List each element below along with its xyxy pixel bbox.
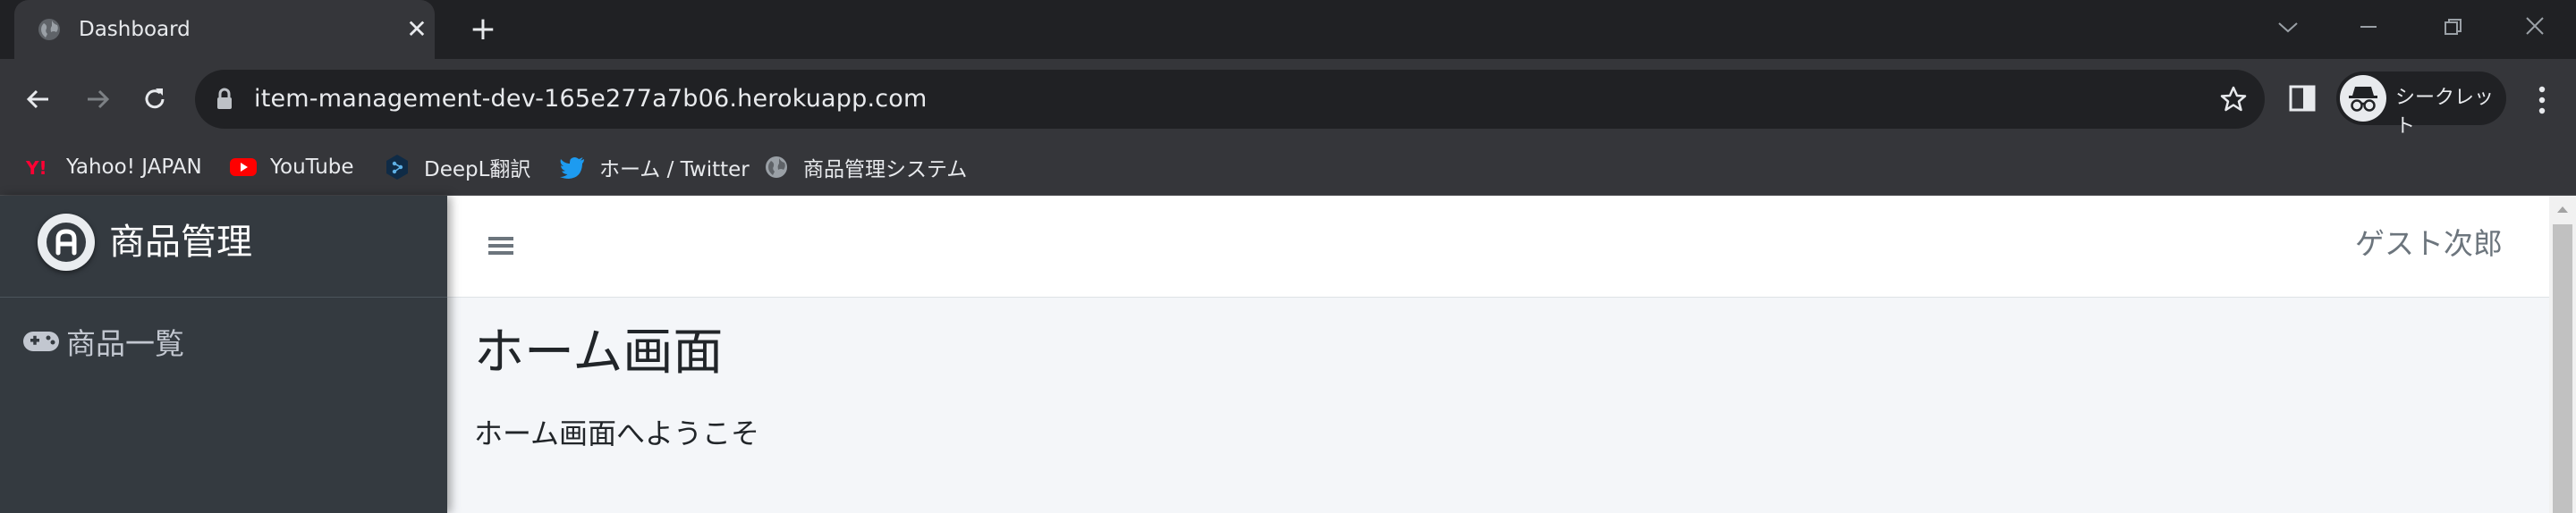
side-panel-icon[interactable] <box>2283 79 2322 118</box>
page-title: ホーム画面 <box>474 324 724 382</box>
incognito-label: シークレット <box>2395 87 2495 138</box>
yahoo-icon: Y! <box>25 153 54 181</box>
incognito-icon <box>2340 75 2386 122</box>
web-page: 商品管理 商品一覧 ゲスト次郎 ホーム画面 ホーム画面へようこそ <box>0 196 2576 513</box>
user-name-link[interactable]: ゲスト次郎 <box>2355 223 2503 265</box>
url-text: item-management-dev-165e277a7b06.herokua… <box>254 85 928 113</box>
welcome-message: ホーム画面へようこそ <box>474 416 760 450</box>
minimize-icon[interactable] <box>2342 7 2395 46</box>
globe-icon <box>762 153 791 181</box>
back-button[interactable] <box>14 75 63 123</box>
tab-search-chevron-icon[interactable] <box>2261 7 2315 46</box>
tab-close-icon[interactable]: ✕ <box>401 13 433 46</box>
restore-icon[interactable] <box>2426 7 2479 46</box>
youtube-icon <box>229 153 258 181</box>
sidebar: 商品管理 商品一覧 <box>0 196 447 513</box>
arrow-right-icon <box>88 89 110 109</box>
tab-dashboard[interactable]: Dashboard ✕ <box>14 0 435 59</box>
page-scrollbar[interactable] <box>2549 196 2576 513</box>
bookmark-twitter[interactable]: ホーム / Twitter <box>558 150 750 184</box>
brand-logo <box>38 214 95 271</box>
svg-text:Y!: Y! <box>26 157 47 178</box>
gamepad-icon <box>21 328 61 355</box>
bookmark-item-system[interactable]: 商品管理システム <box>762 150 967 184</box>
bookmark-label: DeepL翻訳 <box>424 158 531 181</box>
reload-button[interactable] <box>131 75 179 123</box>
reload-icon <box>145 88 165 109</box>
tab-title: Dashboard <box>79 18 191 41</box>
browser-titlebar: Dashboard ✕ + <box>0 0 2576 59</box>
bookmark-yahoo[interactable]: Y! Yahoo! JAPAN <box>25 150 202 184</box>
hamburger-menu-icon[interactable] <box>483 230 519 262</box>
bookmark-youtube[interactable]: YouTube <box>229 150 354 184</box>
bookmark-label: 商品管理システム <box>803 158 968 181</box>
globe-icon <box>38 19 60 40</box>
arrow-left-icon <box>26 89 48 109</box>
bookmark-label: YouTube <box>270 156 354 179</box>
scroll-up-icon[interactable] <box>2549 196 2576 223</box>
deepl-icon <box>383 153 411 181</box>
content-area: ホーム画面 ホーム画面へようこそ <box>447 298 2549 513</box>
kebab-menu-icon[interactable] <box>2524 80 2560 120</box>
bookmarks-bar: Y! Yahoo! JAPAN YouTube DeepL翻訳 ホーム / Tw… <box>0 139 2576 196</box>
bookmark-deepl[interactable]: DeepL翻訳 <box>383 150 530 184</box>
incognito-button[interactable]: シークレット <box>2336 71 2506 138</box>
twitter-icon <box>558 153 587 181</box>
window-close-icon[interactable] <box>2508 7 2562 46</box>
brand-link[interactable]: 商品管理 <box>0 196 447 298</box>
browser-toolbar: item-management-dev-165e277a7b06.herokua… <box>0 59 2576 139</box>
new-tab-button[interactable]: + <box>465 13 501 48</box>
sidebar-item-product-list[interactable]: 商品一覧 <box>21 315 426 367</box>
lock-icon <box>217 88 232 109</box>
sidebar-item-label: 商品一覧 <box>66 326 184 361</box>
bookmark-label: Yahoo! JAPAN <box>66 156 202 179</box>
brand-name: 商品管理 <box>109 222 252 263</box>
bookmark-label: ホーム / Twitter <box>599 158 750 181</box>
scrollbar-thumb[interactable] <box>2553 224 2572 513</box>
forward-button[interactable] <box>73 75 122 123</box>
address-bar[interactable]: item-management-dev-165e277a7b06.herokua… <box>195 70 2265 129</box>
bookmark-star-icon[interactable] <box>2218 84 2249 114</box>
main-header: ゲスト次郎 <box>447 196 2549 298</box>
